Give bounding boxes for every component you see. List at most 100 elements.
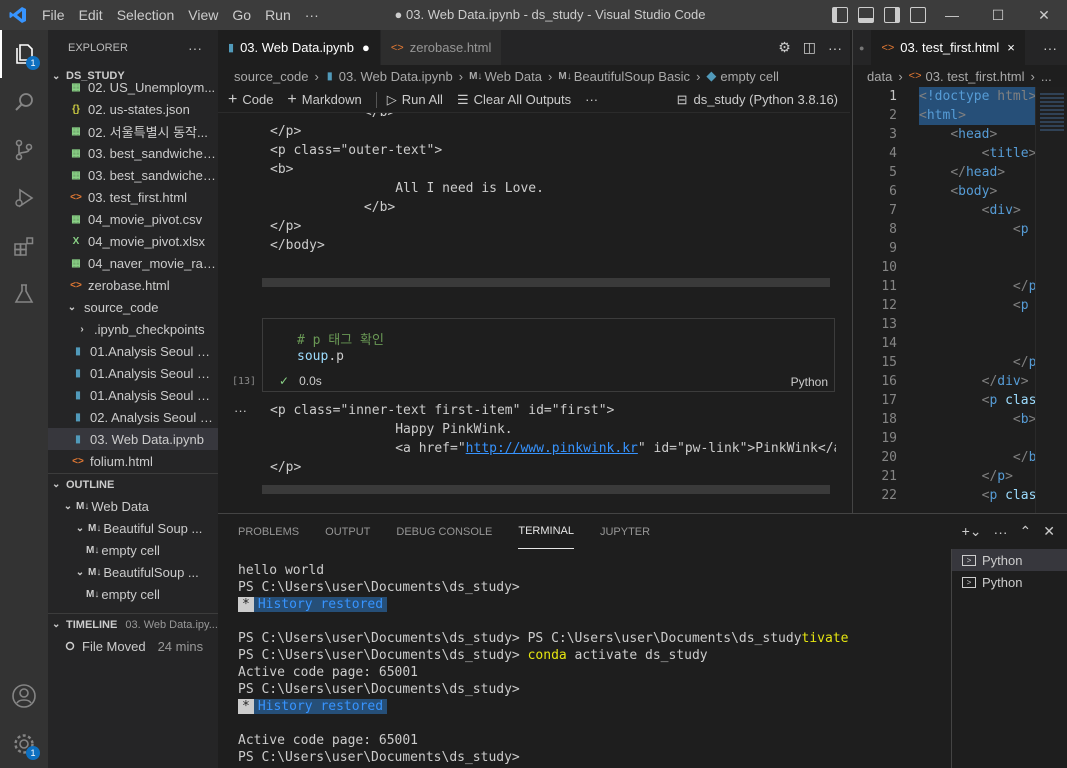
file-item[interactable]: ▮ 03. Web Data.ipynb: [48, 428, 218, 450]
code-line[interactable]: </p: [919, 353, 1036, 372]
file-item[interactable]: ▮ 01.Analysis Seoul CC...: [48, 340, 218, 362]
explorer-icon[interactable]: 1: [0, 30, 48, 78]
timeline-item[interactable]: File Moved 24 mins: [48, 635, 218, 657]
split-editor-icon[interactable]: ◫: [803, 39, 816, 56]
menu-view[interactable]: View: [181, 0, 225, 30]
more-actions-icon[interactable]: ···: [1043, 40, 1057, 56]
more-actions-icon[interactable]: ···: [994, 524, 1008, 540]
code-line[interactable]: [919, 258, 1036, 277]
menu-edit[interactable]: Edit: [72, 0, 110, 30]
file-item[interactable]: ▦ 02. US_Unemploym...: [48, 76, 218, 98]
code-line[interactable]: <p: [919, 296, 1036, 315]
panel-tab-output[interactable]: OUTPUT: [325, 514, 370, 549]
run-debug-icon[interactable]: [0, 174, 48, 222]
terminal-instance[interactable]: > Python: [952, 571, 1067, 593]
code-line[interactable]: <p clas: [919, 391, 1037, 410]
gear-icon[interactable]: ⚙: [778, 39, 791, 56]
menu-more[interactable]: ···: [298, 0, 326, 30]
close-tab-icon[interactable]: ×: [1007, 40, 1015, 55]
code-line[interactable]: </div>: [919, 372, 1036, 391]
breadcrumb-heading[interactable]: Web Data: [484, 69, 542, 84]
maximize-button[interactable]: ☐: [975, 0, 1021, 30]
breadcrumb-folder[interactable]: source_code: [234, 69, 308, 84]
customize-layout-icon[interactable]: [910, 7, 926, 23]
file-item[interactable]: ▮ 01.Analysis Seoul CC...: [48, 362, 218, 384]
tab-web-data-notebook[interactable]: ▮ 03. Web Data.ipynb ●: [218, 30, 381, 65]
terminal-output[interactable]: hello world PS C:\Users\user\Documents\ds…: [238, 562, 948, 766]
code-line[interactable]: <head>: [919, 125, 1036, 144]
new-terminal-button[interactable]: +⌄: [962, 523, 982, 540]
file-item[interactable]: ▦ 04_movie_pivot.csv: [48, 208, 218, 230]
pinkwink-link[interactable]: http://www.pinkwink.kr: [466, 441, 638, 456]
code-line[interactable]: [919, 315, 1036, 334]
source-control-icon[interactable]: [0, 126, 48, 174]
cell-language[interactable]: Python: [791, 375, 828, 389]
code-line[interactable]: <!doctype html>: [919, 87, 1037, 106]
breadcrumb-file[interactable]: 03. test_first.html: [926, 69, 1025, 84]
breadcrumb-cell[interactable]: empty cell: [720, 69, 779, 84]
file-item[interactable]: ▦ 04_naver_movie_raw...: [48, 252, 218, 274]
minimap[interactable]: [1035, 87, 1067, 513]
code-line[interactable]: <title>: [919, 144, 1037, 163]
file-item[interactable]: ▮ 01.Analysis Seoul CC...: [48, 384, 218, 406]
code-line[interactable]: <div>: [919, 201, 1036, 220]
timeline-section-header[interactable]: ⌄ TIMELINE 03. Web Data.ipy...: [48, 613, 218, 635]
code-line[interactable]: </head>: [919, 163, 1036, 182]
add-code-cell-button[interactable]: + Code: [228, 91, 273, 109]
toggle-panel-icon[interactable]: [858, 7, 874, 23]
file-item[interactable]: <> zerobase.html: [48, 274, 218, 296]
menu-run[interactable]: Run: [258, 0, 298, 30]
file-item[interactable]: ▮ 02. Analysis Seoul Cr...: [48, 406, 218, 428]
file-item[interactable]: ▦ 03. best_sandwiches...: [48, 142, 218, 164]
file-item[interactable]: › .ipynb_checkpoints: [48, 318, 218, 340]
outline-item[interactable]: ⌄ M↓ BeautifulSoup ...: [48, 561, 218, 583]
code-cell[interactable]: # p 태그 확인 soup.p ✓ 0.0s Python: [262, 318, 835, 392]
testing-flask-icon[interactable]: [0, 270, 48, 318]
tab-test-first-html[interactable]: <> 03. test_first.html ×: [871, 30, 1026, 65]
menu-selection[interactable]: Selection: [110, 0, 182, 30]
code-line[interactable]: [919, 429, 1036, 448]
outline-item[interactable]: ⌄ M↓ Web Data: [48, 495, 218, 517]
output-more-icon[interactable]: ···: [234, 403, 247, 418]
close-window-button[interactable]: ✕: [1021, 0, 1067, 30]
file-item[interactable]: ▦ 03. best_sandwiches...: [48, 164, 218, 186]
outline-item[interactable]: M↓ empty cell: [48, 583, 218, 605]
file-item[interactable]: <> 03. test_first.html: [48, 186, 218, 208]
file-item[interactable]: <> folium.html: [48, 450, 218, 472]
menu-file[interactable]: File: [35, 0, 72, 30]
more-actions-icon[interactable]: ···: [828, 40, 842, 56]
code-line[interactable]: <html>: [919, 106, 1037, 125]
kernel-picker[interactable]: ⊟ ds_study (Python 3.8.16): [677, 87, 838, 113]
search-icon[interactable]: [0, 78, 48, 126]
close-panel-icon[interactable]: ✕: [1043, 523, 1055, 540]
code-line[interactable]: [919, 334, 1036, 353]
outline-item[interactable]: ⌄ M↓ Beautiful Soup ...: [48, 517, 218, 539]
code-line[interactable]: <b>: [919, 410, 1036, 429]
breadcrumb-subheading[interactable]: BeautifulSoup Basic: [574, 69, 690, 84]
outline-item[interactable]: M↓ empty cell: [48, 539, 218, 561]
panel-tab-problems[interactable]: PROBLEMS: [238, 514, 299, 549]
maximize-panel-icon[interactable]: ⌃: [1020, 523, 1032, 540]
breadcrumb-file[interactable]: 03. Web Data.ipynb: [339, 69, 453, 84]
code-line[interactable]: <body>: [919, 182, 1036, 201]
outline-section-header[interactable]: ⌄ OUTLINE: [48, 473, 218, 495]
code-line[interactable]: <p clas: [919, 486, 1037, 505]
folder-source-code[interactable]: ⌄ source_code: [48, 296, 218, 318]
notebook-body[interactable]: </b> </p> <p class="outer-text"> <b> All I …: [218, 113, 850, 513]
toggle-secondary-sidebar-icon[interactable]: [884, 7, 900, 23]
code-line[interactable]: </b: [919, 448, 1036, 467]
settings-gear-icon[interactable]: 1: [0, 720, 48, 768]
file-item[interactable]: X 04_movie_pivot.xlsx: [48, 230, 218, 252]
code-line[interactable]: </p>: [919, 467, 1036, 486]
breadcrumb-folder[interactable]: data: [867, 69, 892, 84]
explorer-more-actions-button[interactable]: ···: [188, 40, 218, 56]
breadcrumb-more[interactable]: ...: [1041, 69, 1052, 84]
minimize-button[interactable]: —: [929, 0, 975, 30]
toggle-primary-sidebar-icon[interactable]: [832, 7, 848, 23]
unsaved-dot-icon[interactable]: ●: [362, 40, 370, 55]
extensions-icon[interactable]: [0, 222, 48, 270]
code-line[interactable]: <p: [919, 220, 1036, 239]
menu-go[interactable]: Go: [225, 0, 258, 30]
clear-outputs-button[interactable]: ☰ Clear All Outputs: [457, 92, 571, 108]
file-item[interactable]: ▦ 02. 서울특별시 동작...: [48, 120, 218, 142]
